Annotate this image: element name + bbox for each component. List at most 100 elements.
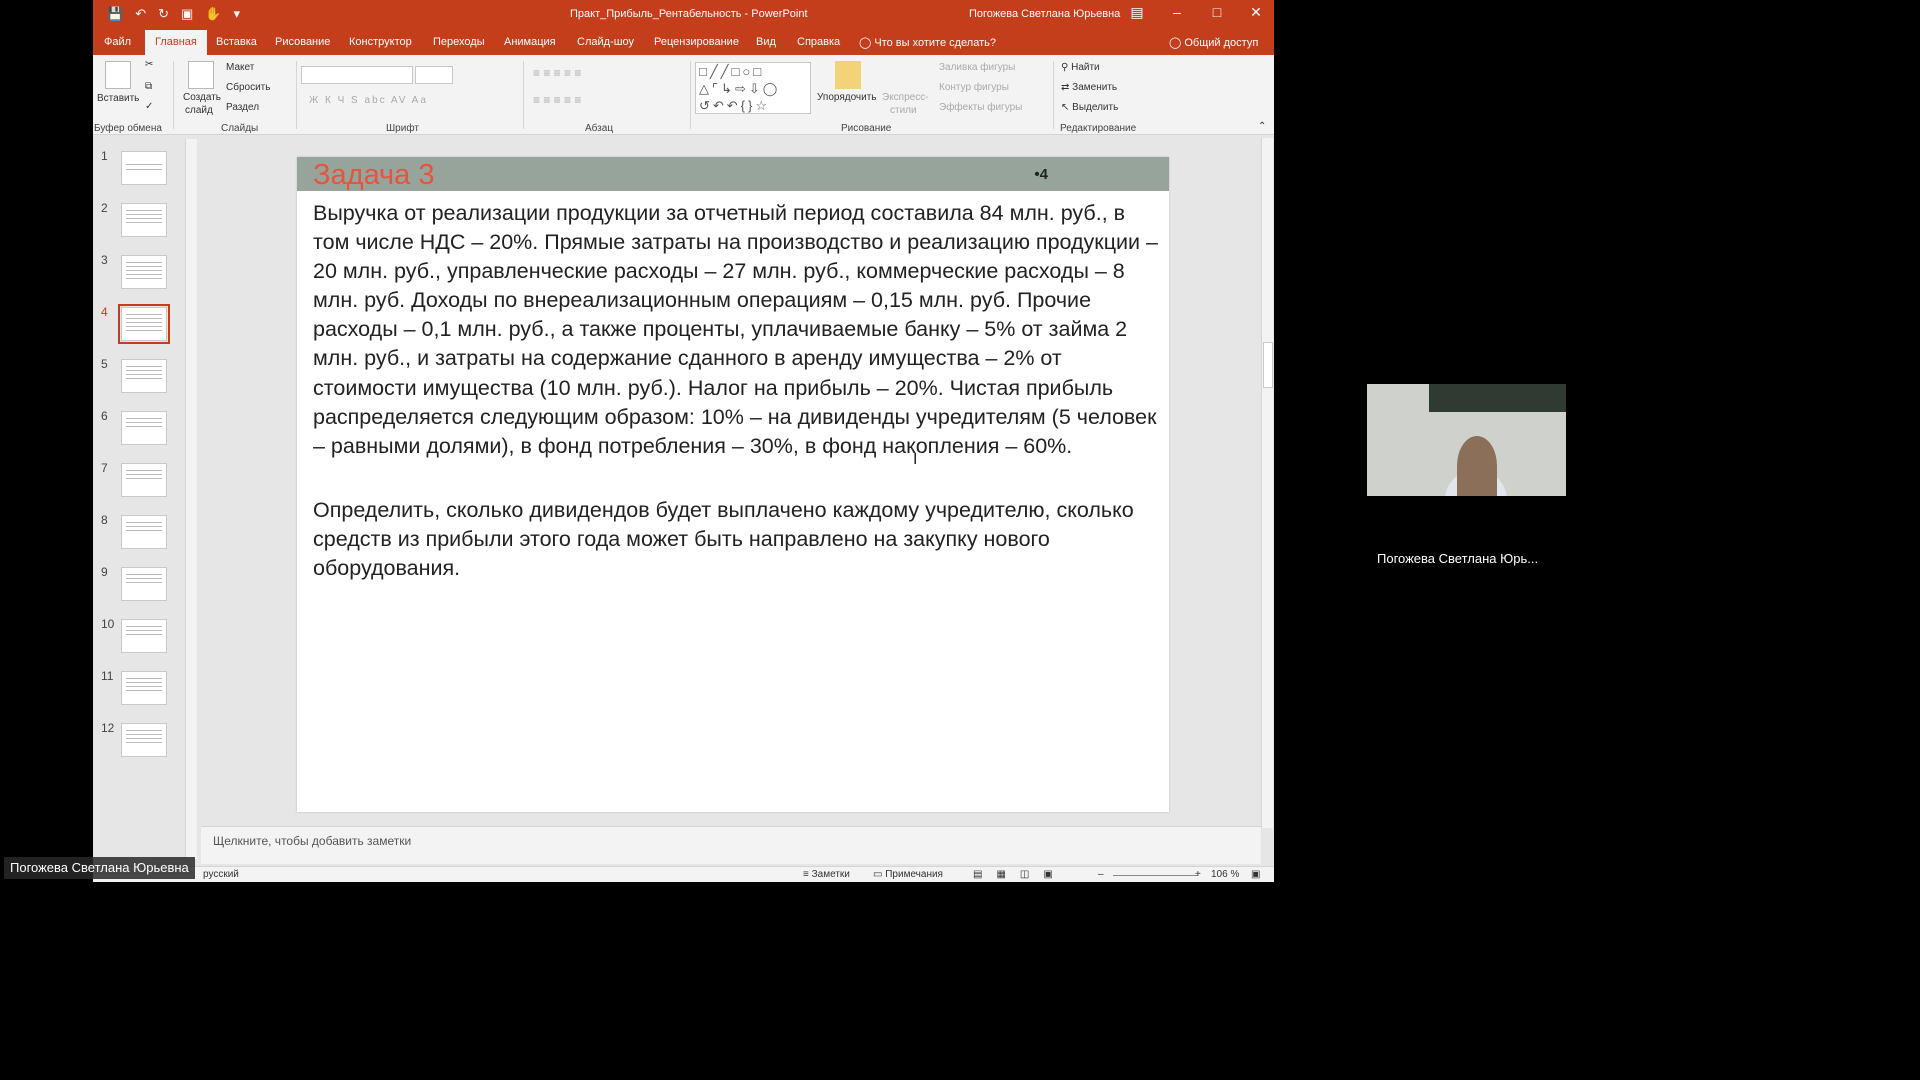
thumbnail-image[interactable] bbox=[121, 567, 167, 601]
share-button[interactable]: ◯ Общий доступ bbox=[1169, 36, 1258, 49]
thumbnails-scrollbar[interactable] bbox=[185, 139, 197, 859]
thumbnail-image[interactable] bbox=[121, 411, 167, 445]
replace-button[interactable]: ⇄ Заменить bbox=[1061, 82, 1117, 93]
paste-button[interactable]: Вставить bbox=[97, 93, 139, 104]
thumbnail-6[interactable]: 6 bbox=[93, 409, 193, 449]
account-name[interactable]: Погожева Светлана Юрьевна bbox=[969, 8, 1120, 20]
list-icons[interactable]: ≡ ≡ ≡ ≡ ≡ bbox=[533, 66, 581, 80]
font-size-field[interactable] bbox=[415, 66, 453, 84]
present-icon[interactable]: ▣ bbox=[181, 6, 193, 22]
zoom-slider[interactable] bbox=[1113, 875, 1198, 876]
slide-body-paragraph-2[interactable]: Определить, сколько дивидендов будет вып… bbox=[313, 496, 1158, 583]
thumbnail-10[interactable]: 10 bbox=[93, 617, 193, 657]
video-background bbox=[1429, 384, 1566, 412]
tab-help[interactable]: Справка bbox=[797, 36, 840, 48]
customize-icon[interactable]: ▾ bbox=[233, 6, 240, 22]
thumbnail-8[interactable]: 8 bbox=[93, 513, 193, 553]
slide[interactable]: Задача 3 •4 Выручка от реализации продук… bbox=[297, 157, 1169, 812]
participant-video[interactable] bbox=[1367, 384, 1566, 496]
slide-body-paragraph-1[interactable]: Выручка от реализации продукции за отчет… bbox=[313, 199, 1158, 461]
thumbnail-11[interactable]: 11 bbox=[93, 669, 193, 709]
section-button[interactable]: Раздел bbox=[226, 102, 259, 113]
thumbnail-1[interactable]: 1 bbox=[93, 149, 193, 189]
editing-group-label: Редактирование bbox=[1060, 123, 1137, 134]
thumbnail-image[interactable] bbox=[118, 304, 170, 344]
tab-home[interactable]: Главная bbox=[145, 30, 207, 55]
redo-icon[interactable]: ↻ bbox=[158, 6, 169, 22]
copy-icon[interactable]: ⧉ bbox=[145, 81, 152, 92]
ribbon: Вставить ✂ ⧉ ✓ Буфер обмена Создать слай… bbox=[93, 55, 1274, 135]
thumbnail-number: 6 bbox=[101, 409, 108, 423]
zoom-in-icon[interactable]: + bbox=[1195, 869, 1201, 880]
thumbnail-9[interactable]: 9 bbox=[93, 565, 193, 605]
minimize-icon[interactable]: – bbox=[1165, 4, 1189, 20]
cut-icon[interactable]: ✂ bbox=[145, 59, 153, 70]
tab-transitions[interactable]: Переходы bbox=[433, 36, 485, 48]
thumbnail-5[interactable]: 5 bbox=[93, 357, 193, 397]
shapes-gallery[interactable]: □╱╱□○□ △⌜↳⇨⇩◯ ↺↶↶{}☆ bbox=[695, 62, 811, 114]
thumbnail-image[interactable] bbox=[121, 619, 167, 653]
thumbnail-number: 10 bbox=[101, 617, 115, 631]
thumbnail-image[interactable] bbox=[121, 255, 167, 289]
ribbon-display-icon[interactable]: ▤ bbox=[1125, 4, 1149, 21]
find-button[interactable]: ⚲ Найти bbox=[1061, 62, 1100, 73]
thumbnail-image[interactable] bbox=[121, 203, 167, 237]
thumbnail-image[interactable] bbox=[121, 359, 167, 393]
thumbnail-image[interactable] bbox=[121, 515, 167, 549]
slide-scrollbar[interactable] bbox=[1261, 138, 1273, 828]
new-slide-icon[interactable] bbox=[188, 61, 214, 89]
shape-fill-button[interactable]: Заливка фигуры bbox=[939, 62, 1015, 73]
arrange-icon[interactable] bbox=[835, 61, 861, 89]
thumbnail-image[interactable] bbox=[121, 671, 167, 705]
language-indicator[interactable]: русский bbox=[203, 869, 239, 880]
thumbnail-7[interactable]: 7 bbox=[93, 461, 193, 501]
scroll-thumb[interactable] bbox=[1263, 342, 1273, 388]
shape-effects-button[interactable]: Эффекты фигуры bbox=[939, 102, 1022, 113]
font-format-buttons[interactable]: Ж К Ч S abc AV Aa bbox=[309, 95, 428, 106]
tab-design[interactable]: Конструктор bbox=[349, 36, 412, 48]
thumbnail-4[interactable]: 4 bbox=[93, 304, 193, 345]
quick-styles-button[interactable]: Экспресс- bbox=[882, 92, 929, 103]
shape-outline-button[interactable]: Контур фигуры bbox=[939, 82, 1009, 93]
layout-button[interactable]: Макет bbox=[226, 62, 254, 73]
collapse-ribbon-icon[interactable]: ⌃ bbox=[1258, 121, 1266, 132]
slide-title[interactable]: Задача 3 bbox=[313, 159, 434, 192]
thumbnail-2[interactable]: 2 bbox=[93, 201, 193, 241]
comments-button[interactable]: ▭ Примечания bbox=[873, 869, 943, 880]
maximize-icon[interactable]: □ bbox=[1205, 4, 1229, 20]
undo-icon[interactable]: ↶ bbox=[135, 6, 146, 22]
thumbnail-number: 9 bbox=[101, 565, 108, 579]
tab-slideshow[interactable]: Слайд-шоу bbox=[577, 36, 634, 48]
paste-icon[interactable] bbox=[105, 61, 131, 89]
thumbnail-12[interactable]: 12 bbox=[93, 721, 193, 761]
arrange-button[interactable]: Упорядочить bbox=[817, 92, 877, 103]
tab-draw[interactable]: Рисование bbox=[275, 36, 330, 48]
thumbnail-3[interactable]: 3 bbox=[93, 253, 193, 293]
select-button[interactable]: ↖ Выделить bbox=[1061, 102, 1118, 113]
save-icon[interactable]: 💾 bbox=[107, 6, 123, 22]
tab-insert[interactable]: Вставка bbox=[216, 36, 257, 48]
notes-pane[interactable]: Щелкните, чтобы добавить заметки bbox=[201, 826, 1261, 864]
tab-file[interactable]: Файл bbox=[104, 36, 131, 48]
tab-view[interactable]: Вид bbox=[756, 36, 776, 48]
reset-button[interactable]: Сбросить bbox=[226, 82, 270, 93]
format-painter-icon[interactable]: ✓ bbox=[145, 101, 153, 112]
align-icons[interactable]: ≡ ≡ ≡ ≡ ≡ bbox=[533, 93, 581, 107]
fit-slide-icon[interactable]: ▣ bbox=[1251, 869, 1260, 880]
zoom-out-icon[interactable]: – bbox=[1098, 869, 1104, 880]
search-icon: ⚲ bbox=[1061, 62, 1069, 73]
new-slide-button[interactable]: Создать bbox=[183, 92, 221, 103]
thumbnail-image[interactable] bbox=[121, 151, 167, 185]
tell-me-search[interactable]: ◯ Что вы хотите сделать? bbox=[859, 36, 996, 49]
tab-animations[interactable]: Анимация bbox=[504, 36, 556, 48]
zoom-level[interactable]: 106 % bbox=[1211, 869, 1239, 880]
notes-button[interactable]: ≡ Заметки bbox=[803, 869, 850, 880]
thumbnail-number: 11 bbox=[101, 669, 114, 683]
close-icon[interactable]: ✕ bbox=[1244, 4, 1268, 21]
tab-review[interactable]: Рецензирование bbox=[654, 36, 739, 48]
touch-icon[interactable]: ✋ bbox=[205, 6, 221, 22]
thumbnail-image[interactable] bbox=[121, 463, 167, 497]
font-name-field[interactable] bbox=[301, 66, 413, 84]
view-buttons[interactable]: ▤▦◫▣ bbox=[973, 869, 1067, 880]
thumbnail-image[interactable] bbox=[121, 723, 167, 757]
